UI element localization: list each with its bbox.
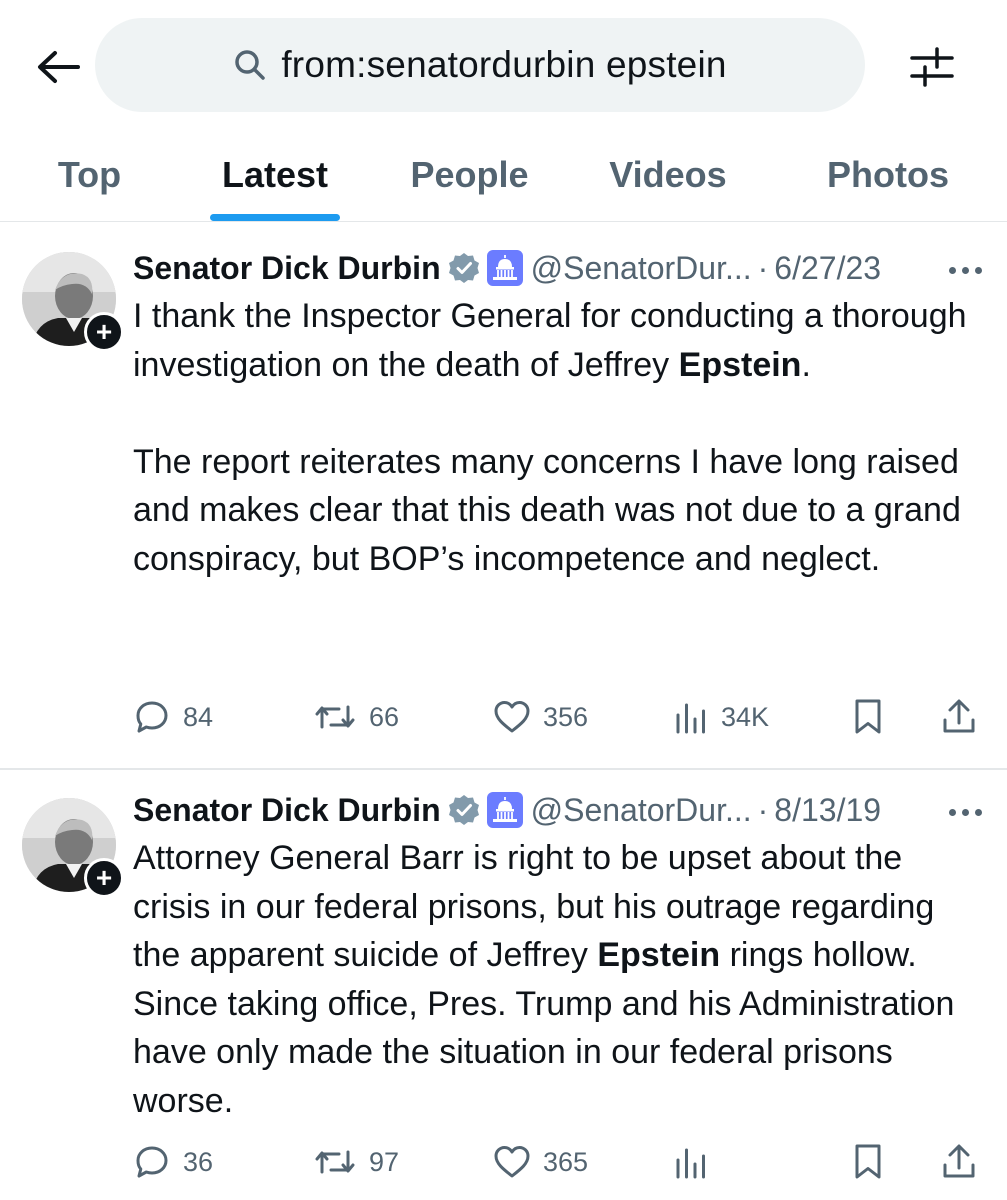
like-count: 356 — [543, 701, 589, 732]
search-query-text: from:senatordurbin epstein — [281, 44, 727, 85]
share-icon — [943, 1144, 975, 1178]
view-count: 34K — [721, 701, 770, 732]
like-button[interactable]: 356 — [493, 692, 588, 742]
post-header: Senator Dick Durbin @SenatorDur... · 6/2… — [133, 246, 881, 290]
post-paragraph: The report reiterates many concerns I ha… — [133, 442, 961, 578]
post[interactable]: + Senator Dick Durbin @SenatorDur... · 6… — [0, 222, 1007, 768]
author-name[interactable]: Senator Dick Durbin — [133, 250, 441, 287]
bookmark-icon — [855, 1144, 881, 1179]
tab-people[interactable]: People — [392, 130, 547, 220]
tab-videos[interactable]: Videos — [588, 130, 748, 220]
author-avatar[interactable]: + — [22, 798, 124, 898]
repost-button[interactable]: 66 — [313, 692, 399, 742]
repost-button[interactable]: 97 — [313, 1137, 399, 1187]
search-highlight: Epstein — [678, 345, 802, 384]
views-button[interactable] — [673, 1137, 721, 1187]
more-icon — [948, 266, 956, 274]
repost-icon — [315, 705, 355, 729]
reply-count: 84 — [183, 701, 214, 732]
more-options-button[interactable] — [940, 250, 990, 290]
post-date[interactable]: 8/13/19 — [774, 792, 881, 829]
follow-button[interactable]: + — [84, 312, 124, 352]
tab-top[interactable]: Top — [22, 130, 157, 220]
verified-badge-icon — [447, 251, 481, 285]
reply-button[interactable]: 84 — [133, 692, 213, 742]
post[interactable]: + Senator Dick Durbin @SenatorDur... · 8… — [0, 770, 1007, 1200]
post-text-segment: . — [801, 345, 811, 384]
sliders-icon — [910, 47, 954, 87]
post-date[interactable]: 6/27/23 — [774, 250, 881, 287]
tab-latest[interactable]: Latest — [190, 130, 360, 220]
author-handle[interactable]: @SenatorDur... — [531, 250, 752, 287]
more-options-button[interactable] — [940, 792, 990, 832]
tab-photos[interactable]: Photos — [808, 130, 968, 220]
bookmark-icon — [855, 699, 881, 734]
plus-icon: + — [95, 862, 113, 893]
views-button[interactable]: 34K — [673, 692, 769, 742]
more-icon — [961, 808, 969, 816]
search-filter-button[interactable] — [900, 40, 964, 94]
share-icon — [943, 699, 975, 733]
search-tabs: Top Latest People Videos Photos — [0, 130, 1007, 222]
separator-dot: · — [757, 249, 769, 286]
like-count: 365 — [543, 1146, 589, 1177]
repost-count: 66 — [369, 701, 400, 732]
post-text: Attorney General Barr is right to be ups… — [133, 834, 983, 1125]
like-button[interactable]: 365 — [493, 1137, 588, 1187]
repost-icon — [315, 1150, 355, 1174]
reply-count: 36 — [183, 1146, 214, 1177]
heart-icon — [494, 1146, 530, 1178]
reply-button[interactable]: 36 — [133, 1137, 213, 1187]
post-text-segment: I thank the Inspector General for conduc… — [133, 297, 967, 384]
more-icon — [948, 808, 956, 816]
share-button[interactable] — [941, 1137, 977, 1187]
separator-dot: · — [757, 791, 769, 828]
post-actions: 84 66 356 34K — [133, 692, 983, 742]
capitol-icon — [486, 792, 523, 828]
arrow-left-icon — [38, 51, 80, 83]
back-button[interactable] — [30, 42, 86, 92]
reply-icon — [136, 1146, 168, 1178]
author-name[interactable]: Senator Dick Durbin — [133, 792, 441, 829]
analytics-icon — [676, 1148, 705, 1179]
post-header: Senator Dick Durbin @SenatorDur... · 8/1… — [133, 788, 881, 832]
capitol-icon — [486, 250, 523, 286]
author-avatar[interactable]: + — [22, 252, 124, 352]
post-paragraph: Attorney General Barr is right to be ups… — [133, 834, 983, 1125]
share-button[interactable] — [941, 692, 977, 742]
active-tab-indicator — [210, 214, 340, 221]
bookmark-button[interactable] — [851, 692, 885, 742]
more-icon — [974, 808, 982, 816]
reply-icon — [136, 701, 168, 733]
search-input[interactable]: from:senatordurbin epstein — [95, 18, 865, 112]
author-handle[interactable]: @SenatorDur... — [531, 792, 752, 829]
more-icon — [961, 266, 969, 274]
bookmark-button[interactable] — [851, 1137, 885, 1187]
follow-button[interactable]: + — [84, 858, 124, 898]
search-header: from:senatordurbin epstein — [0, 0, 1007, 130]
post-text: I thank the Inspector General for conduc… — [133, 292, 983, 583]
post-actions: 36 97 365 — [133, 1137, 983, 1187]
verified-badge-icon — [447, 793, 481, 827]
analytics-icon — [676, 703, 705, 734]
more-icon — [974, 266, 982, 274]
heart-icon — [494, 701, 530, 733]
post-paragraph: I thank the Inspector General for conduc… — [133, 292, 983, 389]
search-icon — [235, 50, 266, 80]
repost-count: 97 — [369, 1146, 400, 1177]
search-highlight: Epstein — [597, 936, 721, 974]
plus-icon: + — [95, 316, 113, 347]
